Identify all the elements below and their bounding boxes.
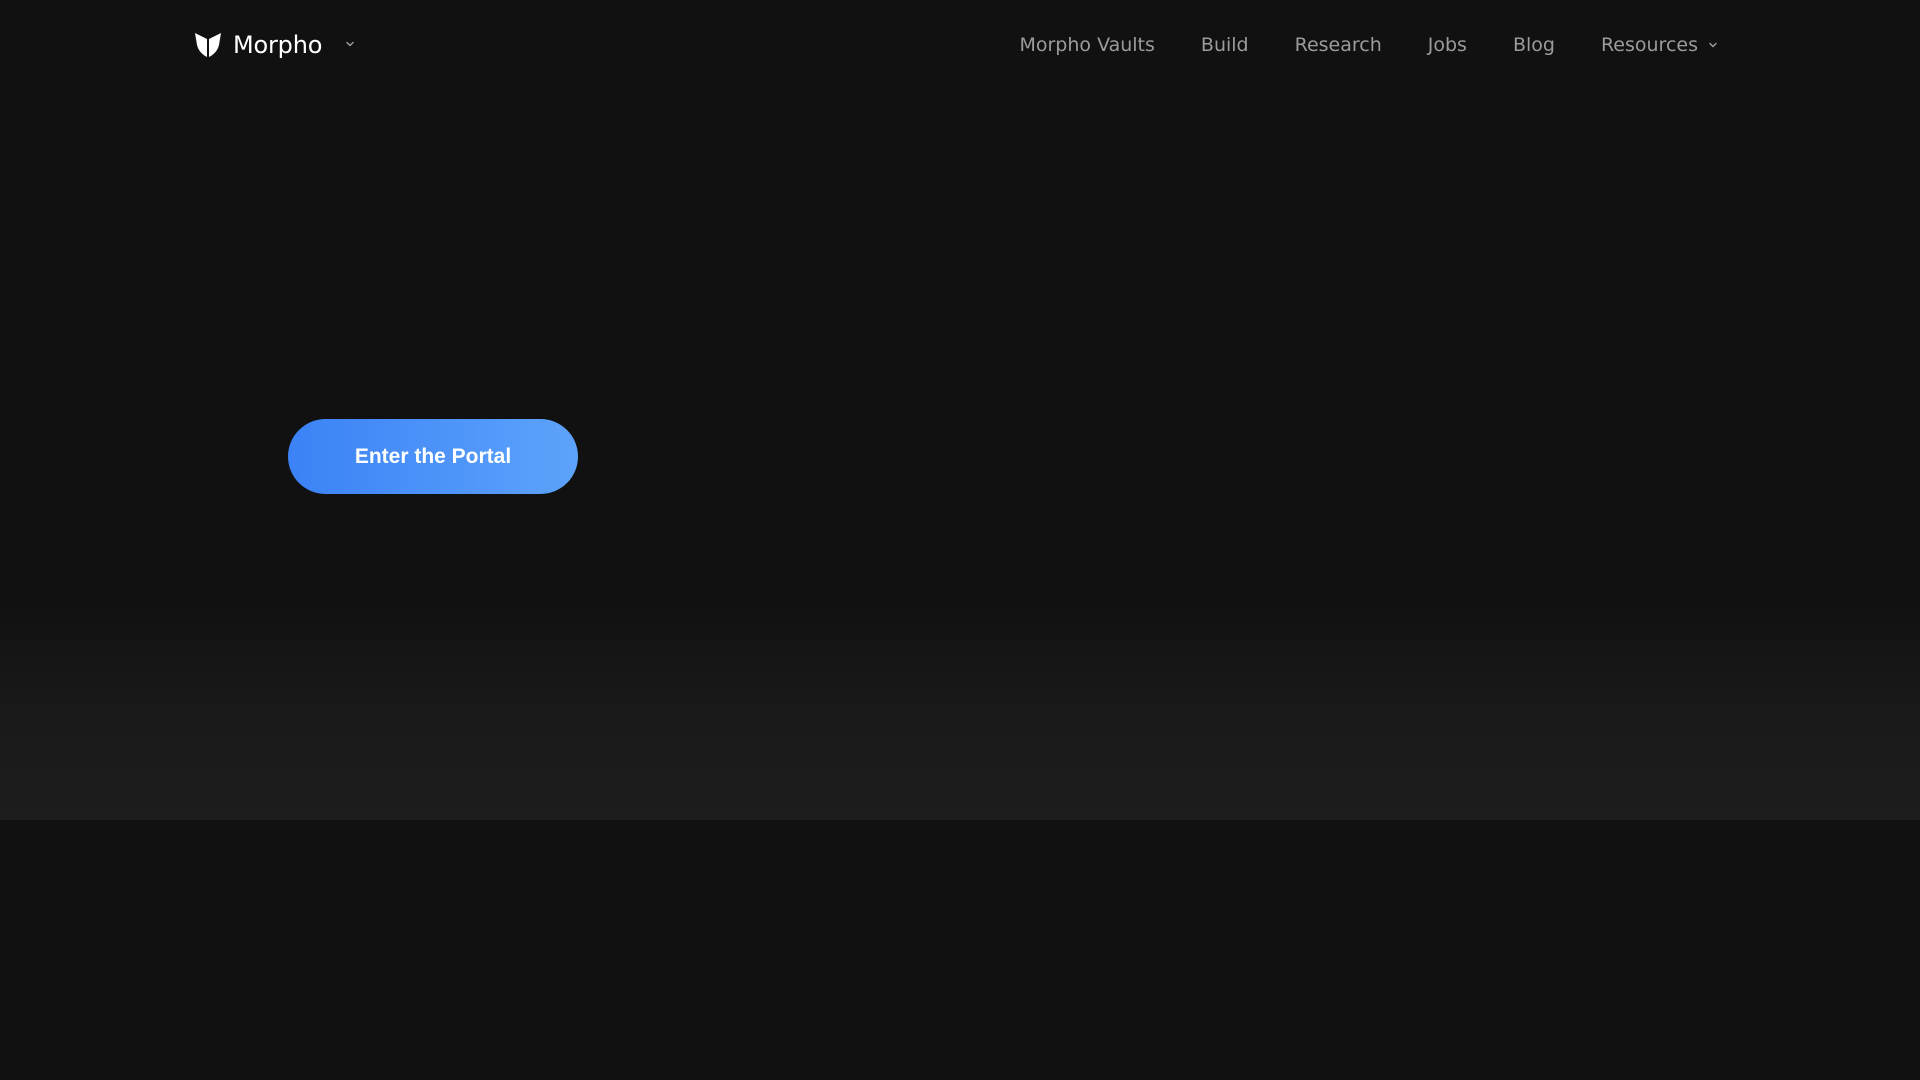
nav-item-build[interactable]: Build	[1201, 28, 1249, 62]
nav-item-research[interactable]: Research	[1295, 28, 1382, 62]
hero-gradient-band	[0, 600, 1920, 820]
nav-item-jobs[interactable]: Jobs	[1428, 28, 1467, 62]
site-header: Morpho Morpho Vaults Build Research Jobs…	[0, 0, 1920, 90]
nav-item-morpho-vaults[interactable]: Morpho Vaults	[1019, 28, 1154, 62]
brand-logo-link[interactable]: Morpho	[194, 28, 322, 62]
nav-item-blog[interactable]: Blog	[1513, 28, 1555, 62]
nav-item-resources[interactable]: Resources	[1601, 28, 1720, 62]
nav-item-resources-label: Resources	[1600, 34, 1698, 56]
morpho-butterfly-icon	[195, 33, 221, 57]
page: Morpho Morpho Vaults Build Research Jobs…	[0, 0, 1920, 1080]
chevron-down-icon	[1709, 42, 1717, 48]
main-nav: Morpho Vaults Build Research Jobs Blog R…	[1019, 28, 1720, 62]
enter-portal-button[interactable]: Enter the Portal	[288, 419, 578, 494]
brand-name: Morpho	[233, 31, 323, 59]
chevron-down-icon[interactable]	[342, 36, 358, 52]
